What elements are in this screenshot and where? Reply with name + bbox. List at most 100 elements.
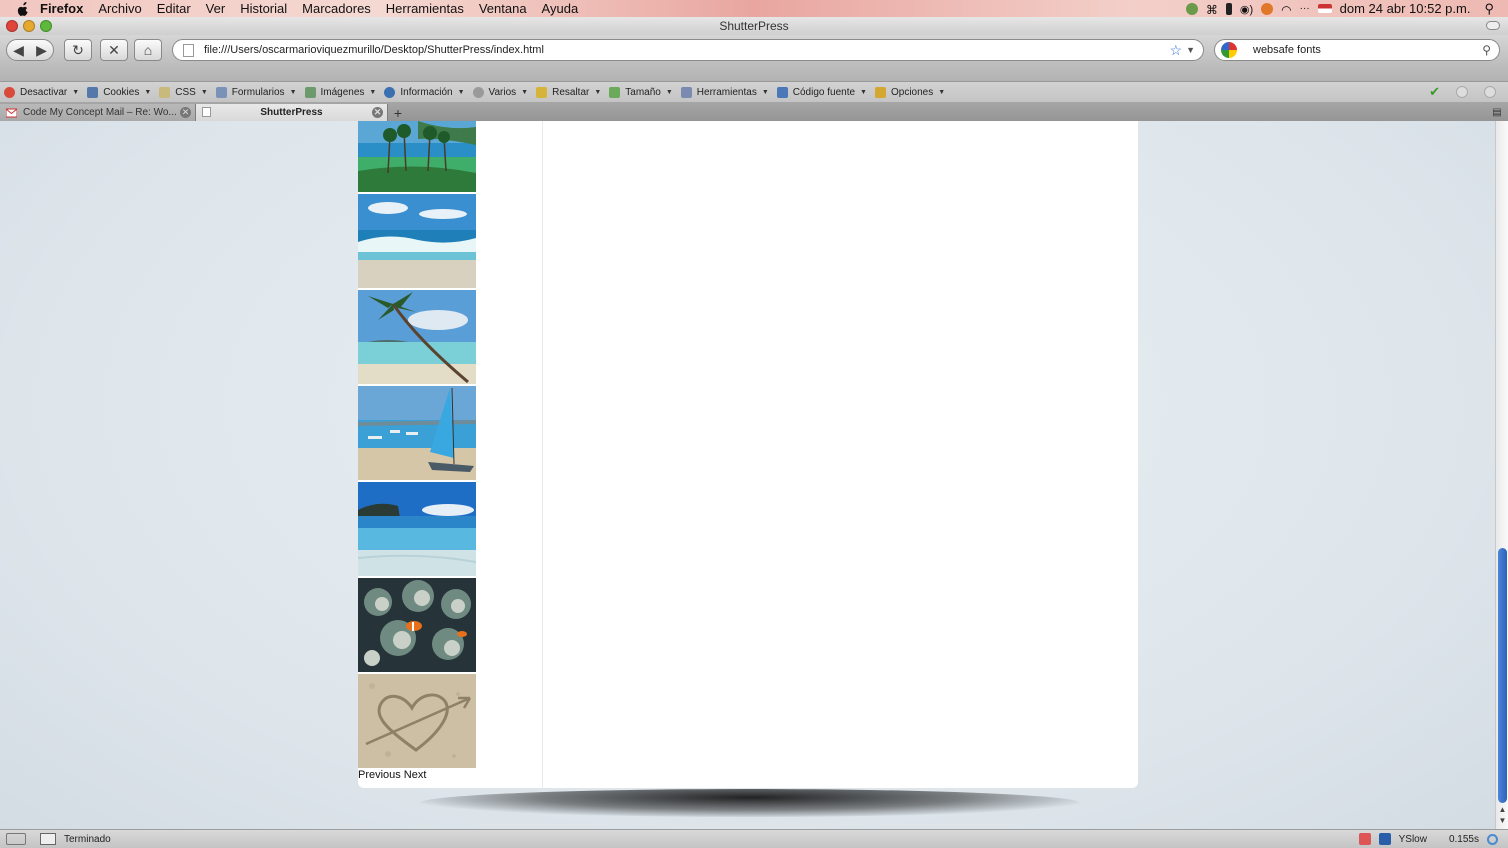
- status-text: Terminado: [64, 833, 111, 845]
- volume-icon[interactable]: ◉): [1240, 3, 1253, 16]
- dev-menu-label: Cookies: [103, 86, 140, 98]
- scrollbar-thumb[interactable]: [1498, 548, 1507, 803]
- scroll-arrows[interactable]: ▲ ▼: [1498, 804, 1507, 826]
- dev-menu-herramientas[interactable]: Herramientas ▼: [680, 86, 769, 98]
- close-tab-icon[interactable]: ✕: [372, 107, 383, 118]
- battery-icon[interactable]: [1225, 2, 1232, 15]
- dev-menu-css[interactable]: CSS ▼: [159, 86, 208, 98]
- dropdown-arrow-icon: ▼: [289, 88, 297, 96]
- forms-icon: [215, 86, 227, 98]
- url-history-dropdown-icon[interactable]: ▼: [1186, 45, 1195, 55]
- next-link[interactable]: Next: [404, 769, 427, 781]
- reload-button[interactable]: ↻: [64, 39, 92, 61]
- apple-menu-icon[interactable]: [16, 1, 30, 16]
- security-mode-icon[interactable]: [6, 833, 26, 845]
- status-addons: YSlow 0.155s: [1358, 833, 1508, 845]
- vertical-scrollbar[interactable]: ▲ ▼: [1495, 121, 1508, 829]
- dev-menu-codigo-fuente[interactable]: Código fuente ▼: [776, 86, 867, 98]
- toolbar-toggle-icon[interactable]: [1486, 21, 1500, 30]
- sailboat-beach-thumbnail[interactable]: [358, 386, 476, 480]
- js-status-icon[interactable]: [1484, 86, 1496, 98]
- css-icon: [159, 86, 171, 98]
- list-all-tabs-icon[interactable]: ▤: [1490, 107, 1504, 119]
- page-style-icon[interactable]: [40, 833, 56, 845]
- dev-menu-desactivar[interactable]: Desactivar ▼: [4, 86, 80, 98]
- wifi-icon[interactable]: ◠: [1281, 3, 1291, 17]
- menu-editar[interactable]: Editar: [157, 1, 191, 16]
- dev-menu-varios[interactable]: Varios ▼: [472, 86, 529, 98]
- bookmark-star-icon[interactable]: ☆: [1170, 42, 1183, 59]
- home-icon: ⌂: [143, 42, 153, 58]
- forward-button[interactable]: ▶: [30, 42, 53, 59]
- flag-icon[interactable]: [1317, 4, 1332, 13]
- menu-bar: Firefox Archivo Editar Ver Historial Mar…: [0, 0, 1508, 17]
- dev-menu-label: Opciones: [890, 86, 934, 98]
- menu-clock[interactable]: dom 24 abr 10:52 p.m.: [1340, 1, 1471, 16]
- more-icon[interactable]: ···: [1300, 3, 1310, 15]
- tab-shutterpress[interactable]: ShutterPress ✕: [196, 104, 388, 121]
- yslow-icon[interactable]: [1378, 833, 1391, 845]
- search-bar[interactable]: websafe fonts ⚲: [1214, 39, 1500, 61]
- tab-gmail[interactable]: Code My Concept Mail – Re: Wo... ✕: [0, 104, 196, 121]
- css-status-icon[interactable]: [1456, 86, 1468, 98]
- dev-menu-opciones[interactable]: Opciones ▼: [874, 86, 945, 98]
- yslow-label[interactable]: YSlow: [1399, 834, 1427, 845]
- settings-icon[interactable]: [1487, 833, 1498, 845]
- dropdown-arrow-icon: ▼: [200, 88, 208, 96]
- search-input[interactable]: websafe fonts: [1253, 44, 1321, 56]
- menu-ventana[interactable]: Ventana: [479, 1, 527, 16]
- back-forward-buttons: ◀ ▶: [6, 39, 54, 61]
- menu-app-name[interactable]: Firefox: [40, 1, 83, 16]
- sand-heart-thumbnail[interactable]: [358, 674, 476, 768]
- stop-button[interactable]: ✕: [100, 39, 128, 61]
- misc-icon: [472, 86, 484, 98]
- dev-menu-imagenes[interactable]: Imágenes ▼: [304, 86, 376, 98]
- command-icon[interactable]: ⌘: [1206, 3, 1218, 17]
- firefox-tray-icon[interactable]: [1261, 2, 1274, 15]
- menu-ver[interactable]: Ver: [206, 1, 226, 16]
- validation-ok-icon[interactable]: ✔: [1429, 85, 1440, 98]
- search-icon[interactable]: ⚲: [1482, 43, 1491, 57]
- palm-coast-thumbnail[interactable]: [358, 121, 476, 192]
- back-button[interactable]: ◀: [7, 42, 30, 59]
- menu-ayuda[interactable]: Ayuda: [542, 1, 579, 16]
- leaning-palm-thumbnail[interactable]: [358, 290, 476, 384]
- dropdown-arrow-icon: ▼: [761, 88, 769, 96]
- spotlight-icon[interactable]: ⚲: [1484, 1, 1494, 17]
- url-bar[interactable]: file:///Users/oscarmarioviquezmurillo/De…: [172, 39, 1204, 61]
- dev-menu-cookies[interactable]: Cookies ▼: [87, 86, 152, 98]
- thumbnail-column: [358, 121, 476, 770]
- menu-historial[interactable]: Historial: [240, 1, 287, 16]
- home-button[interactable]: ⌂: [134, 39, 162, 61]
- tab-label: Code My Concept Mail – Re: Wo...: [23, 107, 177, 118]
- minimize-window-icon[interactable]: [23, 20, 35, 32]
- dev-menu-tamano[interactable]: Tamaño ▼: [609, 86, 673, 98]
- dev-menu-informacion[interactable]: Información ▼: [384, 86, 465, 98]
- new-tab-button[interactable]: +: [388, 104, 408, 121]
- dev-menu-label: CSS: [175, 86, 196, 98]
- dev-menu-resaltar[interactable]: Resaltar ▼: [536, 86, 601, 98]
- close-tab-icon[interactable]: ✕: [180, 107, 191, 118]
- dropdown-arrow-icon: ▼: [144, 88, 152, 96]
- menu-marcadores[interactable]: Marcadores: [302, 1, 371, 16]
- previous-link[interactable]: Previous: [358, 769, 401, 781]
- url-text[interactable]: file:///Users/oscarmarioviquezmurillo/De…: [204, 44, 544, 56]
- coral-reef-thumbnail[interactable]: [358, 578, 476, 672]
- close-window-icon[interactable]: [6, 20, 18, 32]
- dropdown-arrow-icon: ▼: [521, 88, 529, 96]
- menu-herramientas[interactable]: Herramientas: [386, 1, 464, 16]
- search-engine-icon[interactable]: [1221, 42, 1237, 58]
- zoom-window-icon[interactable]: [40, 20, 52, 32]
- lagoon-thumbnail[interactable]: [358, 482, 476, 576]
- dev-menu-formularios[interactable]: Formularios ▼: [215, 86, 297, 98]
- tab-label: ShutterPress: [260, 107, 323, 118]
- growl-icon[interactable]: [1185, 2, 1198, 15]
- info-icon: [384, 86, 396, 98]
- dropdown-arrow-icon: ▼: [72, 88, 80, 96]
- load-time: 0.155s: [1448, 833, 1479, 845]
- dropdown-arrow-icon: ▼: [457, 88, 465, 96]
- wave-beach-thumbnail[interactable]: [358, 194, 476, 288]
- dev-menu-label: Desactivar: [20, 86, 68, 98]
- menu-archivo[interactable]: Archivo: [98, 1, 141, 16]
- firebug-icon[interactable]: [1358, 833, 1371, 845]
